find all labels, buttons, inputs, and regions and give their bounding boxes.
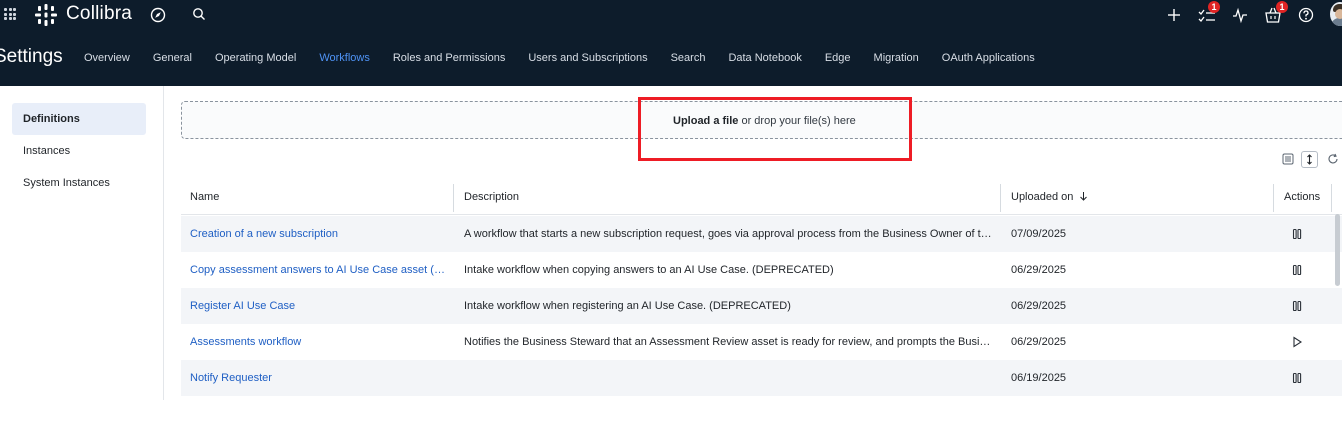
column-settings-icon[interactable] <box>1282 153 1294 165</box>
row-height-icon <box>1307 154 1312 165</box>
compass-icon[interactable] <box>150 7 166 23</box>
tab-roles-and-permissions[interactable]: Roles and Permissions <box>393 51 506 67</box>
settings-tabs: Overview General Operating Model Workflows R… <box>84 51 1058 67</box>
workflow-description: Intake workflow when registering an AI U… <box>464 300 791 312</box>
pause-icon[interactable] <box>1291 372 1303 384</box>
play-icon[interactable] <box>1291 336 1303 348</box>
column-header-description[interactable]: Description <box>464 180 519 215</box>
workflow-description: Notifies the Business Steward that an As… <box>464 336 994 348</box>
table-header: Name Description Uploaded on Actions <box>181 180 1342 215</box>
tasks-badge: 1 <box>1208 1 1220 13</box>
uploaded-on-value: 06/29/2025 <box>1011 264 1067 276</box>
uploaded-on-value: 07/09/2025 <box>1011 228 1067 240</box>
help-icon[interactable] <box>1298 6 1314 24</box>
workflow-name-link[interactable]: Notify Requester <box>190 360 448 396</box>
top-navigation-bar: Collibra 1 1 Settings Overview General O… <box>0 0 1342 86</box>
table-row[interactable]: Assessments workflow Notifies the Busines… <box>181 324 1342 360</box>
tab-overview[interactable]: Overview <box>84 51 130 67</box>
tab-migration[interactable]: Migration <box>874 51 919 67</box>
collibra-logo-icon[interactable] <box>34 3 58 27</box>
workflow-description <box>464 360 994 396</box>
column-divider[interactable] <box>1000 184 1001 212</box>
settings-sidebar: Definitions Instances System Instances <box>0 86 164 400</box>
tab-data-notebook[interactable]: Data Notebook <box>728 51 801 67</box>
workflow-name-link[interactable]: Assessments workflow <box>190 324 448 360</box>
search-icon[interactable] <box>192 7 206 21</box>
app-grid-icon[interactable] <box>4 8 16 20</box>
tab-oauth-applications[interactable]: OAuth Applications <box>942 51 1035 67</box>
table-row[interactable]: Register AI Use Case Intake workflow when… <box>181 288 1342 324</box>
basket-badge: 1 <box>1276 1 1288 13</box>
sidebar-item-definitions[interactable]: Definitions <box>12 103 146 135</box>
sort-descending-icon <box>1080 192 1088 201</box>
uploaded-on-value: 06/29/2025 <box>1011 300 1067 312</box>
table-row[interactable]: Copy assessment answers to AI Use Case a… <box>181 252 1342 288</box>
sidebar-item-system-instances[interactable]: System Instances <box>12 167 146 199</box>
tab-search[interactable]: Search <box>671 51 706 67</box>
uploaded-on-label: Uploaded on <box>1011 191 1074 203</box>
workflow-description: Intake workflow when copying answers to … <box>464 264 834 276</box>
user-avatar[interactable] <box>1330 2 1342 26</box>
column-header-uploaded-on[interactable]: Uploaded on <box>1011 180 1088 215</box>
refresh-icon[interactable] <box>1327 153 1339 165</box>
workflow-name-link[interactable]: Creation of a new subscription <box>190 216 448 252</box>
pause-icon[interactable] <box>1291 264 1303 276</box>
workflow-name-link[interactable]: Register AI Use Case <box>190 288 448 324</box>
tab-general[interactable]: General <box>153 51 192 67</box>
global-header: Collibra 1 1 <box>0 0 1342 30</box>
sidebar-item-instances[interactable]: Instances <box>12 135 146 167</box>
table-scrollbar[interactable] <box>1335 214 1340 286</box>
table-row[interactable]: Notify Requester 06/19/2025 <box>181 360 1342 396</box>
column-divider[interactable] <box>453 184 454 212</box>
app-name[interactable]: Collibra <box>66 3 132 25</box>
uploaded-on-value: 06/19/2025 <box>1011 372 1067 384</box>
tab-edge[interactable]: Edge <box>825 51 851 67</box>
pause-icon[interactable] <box>1291 300 1303 312</box>
annotation-highlight <box>638 97 912 161</box>
row-height-button[interactable] <box>1301 151 1318 168</box>
page-title: Settings <box>0 46 63 67</box>
tab-users-and-subscriptions[interactable]: Users and Subscriptions <box>528 51 647 67</box>
column-divider[interactable] <box>1331 184 1332 212</box>
tab-operating-model[interactable]: Operating Model <box>215 51 296 67</box>
workflow-description: A workflow that starts a new subscriptio… <box>464 228 994 240</box>
column-header-name[interactable]: Name <box>190 180 219 215</box>
workflow-name-link[interactable]: Copy assessment answers to AI Use Case a… <box>190 252 448 288</box>
pause-icon[interactable] <box>1291 228 1303 240</box>
uploaded-on-value: 06/29/2025 <box>1011 336 1067 348</box>
table-row[interactable]: Creation of a new subscription A workflow… <box>181 216 1342 252</box>
activity-icon[interactable] <box>1232 6 1248 24</box>
column-header-actions: Actions <box>1284 191 1321 203</box>
plus-icon[interactable] <box>1167 6 1181 24</box>
tab-workflows[interactable]: Workflows <box>319 51 370 67</box>
column-divider[interactable] <box>1273 184 1274 212</box>
